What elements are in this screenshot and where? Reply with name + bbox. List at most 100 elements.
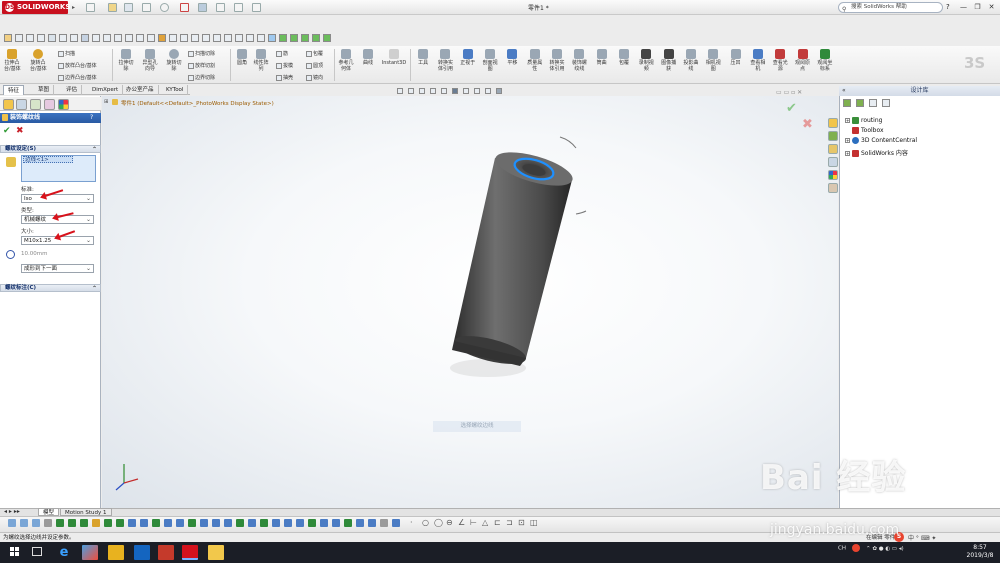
- solidworks-resources-icon[interactable]: [828, 118, 838, 128]
- grid-icon[interactable]: [191, 34, 199, 42]
- instant3d-button[interactable]: Instant3D: [380, 47, 408, 81]
- previous-view-icon[interactable]: [419, 88, 425, 94]
- bottom-tool-icon[interactable]: [176, 519, 184, 527]
- bottom-tool-icon[interactable]: [92, 519, 100, 527]
- options-icon[interactable]: [216, 3, 225, 12]
- bottom-tool-icon[interactable]: [140, 519, 148, 527]
- sweep-boss-button[interactable]: 扫描: [58, 50, 75, 57]
- zoom-to-area-icon[interactable]: [408, 88, 414, 94]
- bottom-tool-icon[interactable]: [284, 519, 292, 527]
- add-file-location-icon[interactable]: [856, 99, 864, 107]
- sketch-tool-icon[interactable]: ⊐: [506, 518, 513, 527]
- file-properties-icon[interactable]: [234, 3, 243, 12]
- library-item-routing[interactable]: + routing: [845, 117, 882, 124]
- dome-button[interactable]: 圆顶: [306, 62, 323, 69]
- view-orientation-icon[interactable]: [441, 88, 447, 94]
- plane-icon[interactable]: [279, 34, 287, 42]
- smart-dimension-icon[interactable]: [15, 34, 23, 42]
- print-icon[interactable]: [142, 3, 151, 12]
- bottom-tool-icon[interactable]: [224, 519, 232, 527]
- wireframe-icon[interactable]: [257, 34, 265, 42]
- tools-button[interactable]: 工具: [412, 47, 434, 81]
- rotate-view-icon[interactable]: [235, 34, 243, 42]
- bottom-tool-icon[interactable]: [392, 519, 400, 527]
- windows-start-icon[interactable]: [10, 547, 20, 557]
- pattern-icon[interactable]: [136, 34, 144, 42]
- display-manager-icon[interactable]: [58, 99, 69, 110]
- edge-browser-icon[interactable]: e: [56, 545, 72, 560]
- end-condition-select[interactable]: 成形到下一面 ⌄: [21, 264, 94, 273]
- sketch-tool-icon[interactable]: ◫: [530, 518, 538, 527]
- boundary-boss-button[interactable]: 边界凸台/基体: [58, 74, 97, 81]
- dimxpert-manager-icon[interactable]: [44, 99, 55, 110]
- bottom-tool-icon[interactable]: [308, 519, 316, 527]
- bottom-tool-icon[interactable]: [236, 519, 244, 527]
- bottom-tool-icon[interactable]: [320, 519, 328, 527]
- bottom-tool-icon[interactable]: [368, 519, 376, 527]
- revolve-cut-button[interactable]: 旋转切 除: [166, 47, 182, 81]
- sweep-cut-button[interactable]: 扫描切除: [188, 50, 215, 57]
- minimize-button[interactable]: —: [958, 2, 969, 12]
- bottom-tool-icon[interactable]: [116, 519, 124, 527]
- reference-geometry-button[interactable]: 参考几 何体: [338, 47, 354, 81]
- section-view-button[interactable]: 剖面视 图: [479, 47, 501, 81]
- bottom-tool-icon[interactable]: [164, 519, 172, 527]
- library-item-3d-content-central[interactable]: +3D ContentCentral: [845, 137, 917, 144]
- bottom-tool-icon[interactable]: [260, 519, 268, 527]
- offset-icon[interactable]: [114, 34, 122, 42]
- bottom-tool-icon[interactable]: [56, 519, 64, 527]
- bottom-tool-icon[interactable]: [128, 519, 136, 527]
- extrude-boss-button[interactable]: 拉伸凸 台/基体: [4, 47, 21, 81]
- apply-scene-icon[interactable]: [485, 88, 491, 94]
- indent-button[interactable]: 压凹: [724, 47, 746, 81]
- sketch-tool-icon[interactable]: ⊖: [446, 518, 453, 527]
- view-orient-icon[interactable]: [202, 34, 210, 42]
- sketch-tool-icon[interactable]: △: [482, 518, 488, 527]
- tab-kytool[interactable]: KYTool: [162, 85, 189, 95]
- open-document-icon[interactable]: [108, 3, 117, 12]
- hide-show-items-icon[interactable]: [463, 88, 469, 94]
- display-style-icon[interactable]: [268, 34, 276, 42]
- help-search-input[interactable]: ⚲ 搜索 SolidWorks 帮助: [838, 2, 943, 13]
- linear-pattern-button[interactable]: 线性阵 列: [253, 47, 269, 81]
- solidworks-taskbar-icon[interactable]: [182, 545, 198, 560]
- view-palette-icon[interactable]: [828, 157, 838, 167]
- bottom-tool-icon[interactable]: [32, 519, 40, 527]
- camera-view-button[interactable]: 相机视 图: [702, 47, 724, 81]
- hole-wizard-button[interactable]: 异型孔 向导: [142, 47, 158, 81]
- bottom-tool-icon[interactable]: [380, 519, 388, 527]
- trim-icon[interactable]: [103, 34, 111, 42]
- create-folder-icon[interactable]: [869, 99, 877, 107]
- centerline-icon[interactable]: [92, 34, 100, 42]
- shaded-icon[interactable]: [246, 34, 254, 42]
- circle-icon[interactable]: [48, 34, 56, 42]
- projected-curve-button[interactable]: 投影曲 线: [680, 47, 702, 81]
- fillet-button[interactable]: 圆角: [234, 47, 250, 81]
- task-view-icon[interactable]: [32, 547, 42, 556]
- collapse-pane-icon[interactable]: «: [842, 87, 846, 94]
- refresh-icon[interactable]: [882, 99, 890, 107]
- sketch-tool-icon[interactable]: ○: [422, 518, 429, 527]
- loft-cut-button[interactable]: 放样切割: [188, 62, 215, 69]
- sketch-tool-icon[interactable]: ⊢: [470, 518, 477, 527]
- revolve-boss-button[interactable]: 旋转凸 台/基体: [30, 47, 47, 81]
- restore-button[interactable]: ❐: [972, 2, 983, 12]
- appearances-icon[interactable]: [828, 170, 838, 180]
- tab-motion-study[interactable]: Motion Study 1: [60, 508, 112, 516]
- mass-properties-button[interactable]: 质量属 性: [524, 47, 546, 81]
- depth-value[interactable]: 10.00mm: [21, 251, 47, 257]
- image-capture-button[interactable]: 图像捕 获: [657, 47, 679, 81]
- help-small-icon[interactable]: ?: [90, 113, 93, 123]
- menu-arrow-icon[interactable]: ▸: [72, 4, 75, 11]
- cosmetic-thread-button[interactable]: 装饰螺 纹线: [568, 47, 590, 81]
- mate-reference-icon[interactable]: [323, 34, 331, 42]
- tab-office-products[interactable]: 办公室产品: [122, 85, 159, 95]
- file-explorer-icon[interactable]: [828, 144, 838, 154]
- zoom-to-fit-icon[interactable]: [397, 88, 403, 94]
- ime-tray-icon[interactable]: [851, 544, 860, 552]
- view-coordinate-button[interactable]: 观阅坐 标系: [814, 47, 836, 81]
- undo-icon[interactable]: [160, 3, 169, 12]
- status-icons[interactable]: 中 ° ⌨ ✦: [908, 533, 936, 542]
- view-camera-button[interactable]: 查看相 机: [747, 47, 769, 81]
- file-explorer-taskbar-icon[interactable]: [208, 545, 224, 560]
